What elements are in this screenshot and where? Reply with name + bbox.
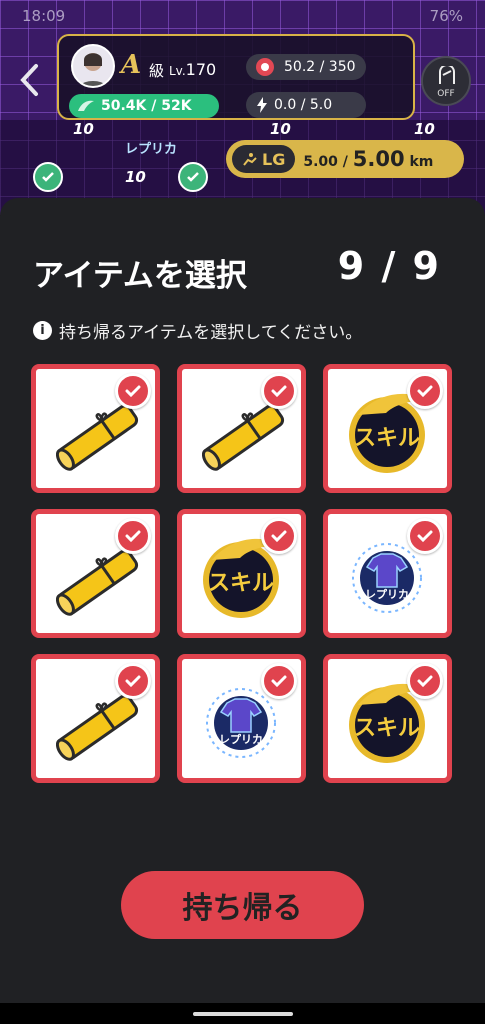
distance-text: 5.00 / 5.00 km bbox=[303, 147, 434, 171]
svg-text:スキル: スキル bbox=[208, 571, 274, 596]
power-stat: 0.0 / 5.0 bbox=[246, 92, 366, 118]
avatar bbox=[71, 44, 115, 88]
game-map-background: 18:09 76% 10 10 10 10 レプリカ A 級 Lv.170 50… bbox=[0, 0, 485, 215]
gauge-icon bbox=[439, 66, 455, 84]
take-home-button[interactable]: 持ち帰る bbox=[121, 871, 364, 939]
sheet-title: アイテムを選択 bbox=[33, 258, 247, 294]
item-card-scroll[interactable] bbox=[31, 364, 160, 493]
distance-indicator: LG 5.00 / 5.00 km bbox=[226, 140, 464, 178]
energy-icon bbox=[256, 58, 274, 76]
profile-card[interactable]: A 級 Lv.170 50.4K / 52K 50.2 / 350 0.0 / … bbox=[57, 34, 415, 120]
map-check-icon bbox=[33, 162, 63, 192]
item-card-replica[interactable]: レプリカ bbox=[323, 509, 452, 638]
item-card-skill[interactable]: スキル bbox=[323, 654, 452, 783]
selected-check-icon bbox=[407, 663, 443, 699]
svg-text:スキル: スキル bbox=[354, 426, 420, 451]
system-nav-bar bbox=[0, 1003, 485, 1024]
map-reward-label: 10 bbox=[125, 168, 146, 186]
selected-check-icon bbox=[261, 373, 297, 409]
map-reward-label: 10 bbox=[270, 120, 291, 138]
status-time: 18:09 bbox=[22, 7, 66, 25]
energy-stat: 50.2 / 350 bbox=[246, 54, 366, 80]
selected-check-icon bbox=[115, 373, 151, 409]
selected-check-icon bbox=[407, 373, 443, 409]
instruction-text: i 持ち帰るアイテムを選択してください。 bbox=[33, 318, 362, 343]
item-select-sheet: アイテムを選択 9 / 9 i 持ち帰るアイテムを選択してください。 スキル ス… bbox=[0, 198, 485, 1003]
map-replica-label: レプリカ bbox=[125, 142, 178, 157]
item-card-scroll[interactable] bbox=[177, 364, 306, 493]
svg-text:レプリカ: レプリカ bbox=[365, 587, 409, 601]
home-indicator[interactable] bbox=[193, 1012, 293, 1016]
rank-letter: A bbox=[121, 50, 142, 80]
item-card-scroll[interactable] bbox=[31, 509, 160, 638]
svg-text:レプリカ: レプリカ bbox=[219, 732, 263, 746]
chevron-left-icon bbox=[20, 64, 38, 96]
selected-check-icon bbox=[261, 663, 297, 699]
wing-icon bbox=[78, 100, 94, 111]
selected-check-icon bbox=[115, 663, 151, 699]
status-bar: 18:09 76% bbox=[0, 0, 485, 32]
map-check-icon bbox=[178, 162, 208, 192]
map-reward-label: 10 bbox=[414, 120, 435, 138]
status-battery: 76% bbox=[429, 7, 463, 25]
map-reward-label: 10 bbox=[73, 120, 94, 138]
lightning-icon bbox=[257, 97, 267, 113]
player-level: Lv.170 bbox=[169, 60, 217, 79]
selection-count: 9 / 9 bbox=[337, 244, 441, 288]
item-card-skill[interactable]: スキル bbox=[323, 364, 452, 493]
svg-text:スキル: スキル bbox=[354, 716, 420, 741]
item-card-skill[interactable]: スキル bbox=[177, 509, 306, 638]
selected-check-icon bbox=[115, 518, 151, 554]
info-icon: i bbox=[33, 321, 52, 340]
league-badge: LG bbox=[232, 145, 296, 173]
selected-check-icon bbox=[261, 518, 297, 554]
runner-icon bbox=[243, 153, 257, 166]
item-card-replica[interactable]: レプリカ bbox=[177, 654, 306, 783]
item-card-scroll[interactable] bbox=[31, 654, 160, 783]
coin-balance: 50.4K / 52K bbox=[69, 94, 219, 118]
auto-off-toggle[interactable]: OFF bbox=[421, 56, 471, 106]
back-button[interactable] bbox=[12, 58, 46, 102]
selected-check-icon bbox=[407, 518, 443, 554]
rank-class: 級 bbox=[149, 62, 165, 80]
